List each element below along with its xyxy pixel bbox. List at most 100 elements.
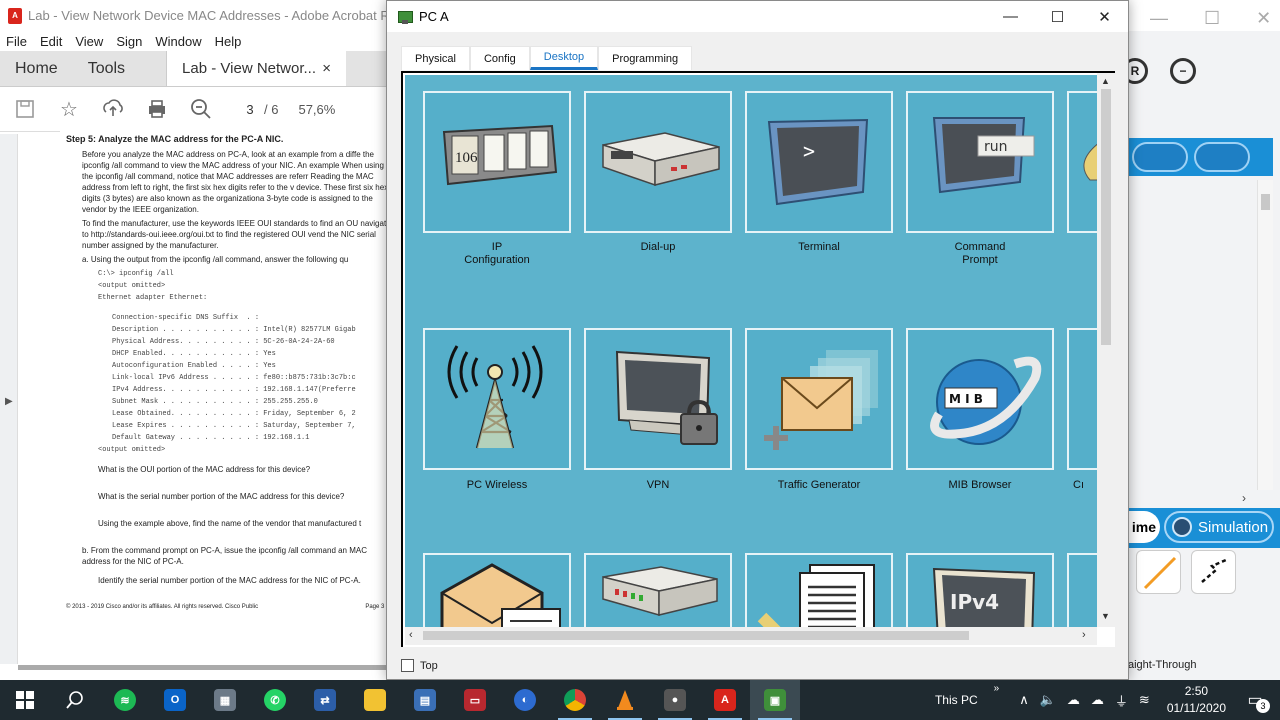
taskbar-vlc[interactable] xyxy=(600,680,650,720)
partial-app-tile[interactable] xyxy=(1067,553,1097,627)
tab-programming[interactable]: Programming xyxy=(598,46,693,70)
scroll-left-icon[interactable]: ‹ xyxy=(409,629,413,641)
bookmark-star-icon[interactable]: ☆ xyxy=(56,96,82,122)
simulation-button[interactable]: Simulation xyxy=(1164,511,1274,543)
vpn-app[interactable] xyxy=(584,328,732,470)
taskbar-spotify[interactable]: ≋ xyxy=(100,680,150,720)
expand-panel-icon[interactable]: ▶ xyxy=(5,396,13,407)
maximize-icon[interactable]: ☐ xyxy=(1034,1,1081,32)
checkbox-box[interactable] xyxy=(401,659,414,672)
cable-crossover-icon[interactable] xyxy=(1191,550,1236,594)
dialog-titlebar[interactable]: PC A — ☐ ✕ xyxy=(387,1,1128,32)
taskbar-app[interactable]: ◐ xyxy=(500,680,550,720)
spotify-icon: ≋ xyxy=(114,689,136,711)
dial-up-app[interactable] xyxy=(584,91,732,233)
scroll-thumb[interactable] xyxy=(1261,194,1270,210)
menu-window[interactable]: Window xyxy=(155,34,201,49)
upload-icon[interactable] xyxy=(100,96,126,122)
command-prompt-app[interactable]: run xyxy=(906,91,1054,233)
taskbar-app[interactable]: ▭ xyxy=(450,680,500,720)
stopwatch-icon xyxy=(1172,517,1192,537)
horizontal-scrollbar[interactable] xyxy=(18,665,388,670)
menu-edit[interactable]: Edit xyxy=(40,34,62,49)
minimize-icon[interactable]: — xyxy=(1150,8,1168,29)
print-icon[interactable] xyxy=(144,96,170,122)
traffic-generator-app[interactable] xyxy=(745,328,893,470)
taskbar-packet-tracer[interactable]: ▣ xyxy=(750,680,800,720)
close-icon[interactable]: ✕ xyxy=(1081,1,1128,32)
start-button[interactable] xyxy=(0,680,50,720)
cable-straight-icon[interactable] xyxy=(1136,550,1181,594)
tab-tools[interactable]: Tools xyxy=(73,51,140,86)
taskbar-whatsapp[interactable]: ✆ xyxy=(250,680,300,720)
clock-time: 2:50 xyxy=(1184,684,1209,698)
scroll-right-icon[interactable]: › xyxy=(1082,629,1086,641)
cloud-icon[interactable]: ☁ xyxy=(1091,692,1104,708)
select-area-icon[interactable] xyxy=(1132,142,1188,172)
taskbar-explorer[interactable] xyxy=(350,680,400,720)
tab-desktop[interactable]: Desktop xyxy=(529,46,599,70)
this-pc-toolbar[interactable]: This PC xyxy=(935,693,978,707)
show-hidden-icons[interactable]: ∧ xyxy=(1019,692,1029,708)
close-icon[interactable]: ✕ xyxy=(1256,8,1271,29)
search-button[interactable] xyxy=(50,680,100,720)
menu-view[interactable]: View xyxy=(75,34,103,49)
taskbar-acrobat[interactable]: A xyxy=(700,680,750,720)
tab-config[interactable]: Config xyxy=(469,46,530,70)
mib-browser-app[interactable]: M I B xyxy=(906,328,1054,470)
desktop-vertical-scrollbar[interactable]: ▲ ▼ xyxy=(1097,73,1115,627)
tab-physical[interactable]: Physical xyxy=(401,46,470,70)
desktop-horizontal-scrollbar[interactable]: ‹ › xyxy=(405,627,1097,645)
power-plug-icon[interactable]: ⏚ xyxy=(1115,691,1128,710)
image-icon[interactable] xyxy=(1194,142,1250,172)
minimize-icon[interactable]: — xyxy=(987,1,1034,32)
ipv6-config-app[interactable]: IPv4 xyxy=(906,553,1054,627)
onedrive-icon[interactable]: ☁ xyxy=(1067,692,1080,708)
ip-configuration-app[interactable]: 106 xyxy=(423,91,571,233)
page-number-input[interactable] xyxy=(236,101,264,117)
scroll-thumb[interactable] xyxy=(1101,89,1111,345)
taskbar-chrome[interactable] xyxy=(550,680,600,720)
output-line: Description . . . . . . . . . . . : Inte… xyxy=(112,326,356,334)
zoom-out-icon[interactable]: − xyxy=(1170,58,1196,84)
maximize-icon[interactable]: ☐ xyxy=(1204,8,1220,29)
zoom-out-icon[interactable] xyxy=(188,96,214,122)
menu-file[interactable]: File xyxy=(6,34,27,49)
pt-vertical-scrollbar[interactable] xyxy=(1257,180,1273,490)
tab-document[interactable]: Lab - View Networ... × xyxy=(166,51,347,86)
scroll-right-icon[interactable]: › xyxy=(1242,491,1246,505)
taskbar-app[interactable]: ▦ xyxy=(200,680,250,720)
top-checkbox[interactable]: Top xyxy=(401,659,438,672)
scroll-thumb[interactable] xyxy=(423,631,969,640)
pc-wireless-app[interactable] xyxy=(423,328,571,470)
wifi-icon[interactable]: ≋ xyxy=(1139,692,1150,708)
volume-icon[interactable]: 🔈 xyxy=(1040,692,1056,708)
pt-drawing-toolbar xyxy=(1128,138,1273,176)
scroll-up-icon[interactable]: ▲ xyxy=(1101,76,1110,86)
taskbar-network[interactable]: ⇄ xyxy=(300,680,350,720)
clock[interactable]: 2:50 01/11/2020 xyxy=(1167,683,1226,717)
email-app[interactable] xyxy=(423,553,571,627)
taskbar-monitor[interactable]: ▤ xyxy=(400,680,450,720)
menu-sign[interactable]: Sign xyxy=(116,34,142,49)
app-label: Cı xyxy=(1073,479,1084,491)
ftp-app[interactable] xyxy=(584,553,732,627)
window-controls: — ☐ ✕ xyxy=(987,1,1128,32)
toolbar-expand-icon[interactable]: » xyxy=(994,683,1000,694)
action-center-button[interactable]: ▭ 3 xyxy=(1240,685,1270,715)
partial-app-tile[interactable] xyxy=(1067,91,1097,233)
zoom-level[interactable]: 57,6% xyxy=(298,102,335,117)
terminal-app[interactable]: > xyxy=(745,91,893,233)
pdf-page: Step 5: Analyze the MAC address for the … xyxy=(60,130,390,665)
taskbar-outlook[interactable]: O xyxy=(150,680,200,720)
text-editor-app[interactable] xyxy=(745,553,893,627)
tab-close-icon[interactable]: × xyxy=(322,60,331,77)
tab-home[interactable]: Home xyxy=(0,51,73,86)
taskbar-recorder[interactable]: ● xyxy=(650,680,700,720)
partial-app-tile[interactable] xyxy=(1067,328,1097,470)
ipv4-monitor-icon: IPv4 xyxy=(932,567,1036,627)
menu-help[interactable]: Help xyxy=(215,34,242,49)
save-icon[interactable] xyxy=(12,96,38,122)
scroll-down-icon[interactable]: ▼ xyxy=(1101,611,1110,621)
output-line: Physical Address. . . . . . . . . : 5C-2… xyxy=(112,338,335,346)
